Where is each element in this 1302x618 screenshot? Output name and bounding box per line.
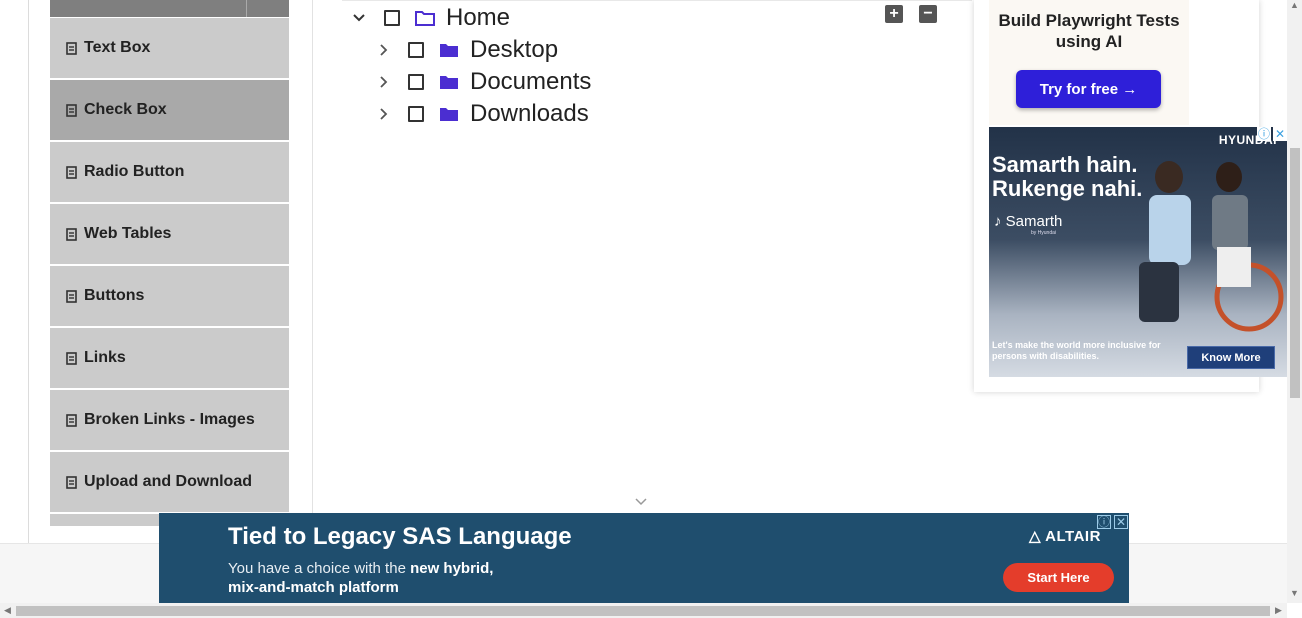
ad-close-icon[interactable]: ✕ [1273,127,1287,141]
chevron-right-icon[interactable] [374,41,392,59]
checkbox-tree: Home Desktop Documents Downloads [344,0,964,140]
sidebar-group-header[interactable] [50,0,289,17]
know-more-button[interactable]: Know More [1187,346,1275,369]
file-icon [66,165,77,179]
sidebar-item-label: Check Box [84,101,167,118]
sidebar-list: Text Box Check Box Radio Button Web Tables B… [50,17,289,527]
playwright-ad[interactable]: Build Playwright Tests using AI Try for … [989,0,1189,125]
scroll-down-arrow-icon[interactable]: ▼ [1290,588,1299,598]
chevron-right-icon[interactable] [374,105,392,123]
sidebar-item-label: Links [84,349,126,366]
samarth-logo-text: Samarth [1005,213,1063,230]
ad-subtitle-text: You have a choice with the [228,560,411,577]
hyundai-ad[interactable]: HYUNDAI Samarth hain. Rukenge nahi. ♪ Sa… [989,127,1287,377]
sidebar-item-label: Radio Button [84,163,185,180]
content-divider [312,0,313,543]
ad-title: Tied to Legacy SAS Language [228,523,572,550]
altair-ad[interactable]: Tied to Legacy SAS Language You have a c… [159,513,1129,603]
ad-subtitle: You have a choice with the new hybrid, m… [228,559,493,597]
horizontal-scroll-thumb[interactable] [16,606,1270,616]
file-icon [66,475,77,489]
sidebar-item-text-box[interactable]: Text Box [50,17,289,79]
folder-open-icon [415,11,435,26]
tree-node-label[interactable]: Documents [470,68,591,96]
divider [246,0,247,17]
sidebar-item-label: Text Box [84,39,151,56]
tree-node-desktop: Desktop [374,34,558,66]
home-checkbox[interactable] [384,10,400,26]
sidebar-item-links[interactable]: Links [50,327,289,389]
chevron-down-icon[interactable] [634,496,648,506]
documents-checkbox[interactable] [408,74,424,90]
folder-icon [440,76,458,89]
tree-node-documents: Documents [374,66,591,98]
folder-icon [440,108,458,121]
file-icon [66,351,77,365]
sidebar-item-label: Buttons [84,287,145,304]
file-icon [66,289,77,303]
tree-node-label[interactable]: Downloads [470,100,589,128]
ad-subtitle-bold: new hybrid, [410,560,494,577]
start-here-button[interactable]: Start Here [1003,563,1114,592]
ad-title: Build Playwright Tests using AI [998,11,1180,51]
downloads-checkbox[interactable] [408,106,424,122]
scroll-right-arrow-icon[interactable]: ▶ [1275,605,1282,616]
file-icon [66,227,77,241]
collapse-all-button[interactable]: − [919,5,937,23]
sidebar-item-upload-and-download[interactable]: Upload and Download [50,451,289,513]
ad-subtitle-bold: mix-and-match platform [228,579,399,596]
sidebar-item-label: Web Tables [84,225,172,242]
expand-all-button[interactable]: + [885,5,903,23]
sidebar-item-label: Broken Links - Images [84,411,255,428]
desktop-checkbox[interactable] [408,42,424,58]
ad-photo [1139,161,1284,332]
sidebar-item-web-tables[interactable]: Web Tables [50,203,289,265]
chevron-right-icon[interactable] [374,73,392,91]
ad-info-icon[interactable]: ⓘ [1257,127,1271,141]
ad-close-icon[interactable]: ✕ [1114,515,1128,529]
tree-node-home: Home [350,2,510,34]
file-icon [66,41,77,55]
try-for-free-button[interactable]: Try for free → [1016,70,1161,108]
scroll-up-arrow-icon[interactable]: ▲ [1290,0,1299,10]
sidebar-item-radio-button[interactable]: Radio Button [50,141,289,203]
sidebar-item-buttons[interactable]: Buttons [50,265,289,327]
altair-logo: △ ALTAIR [1029,528,1101,545]
altair-logo-text: ALTAIR [1045,528,1101,545]
ad-footer-text: Let's make the world more inclusive for … [992,340,1161,361]
samarth-logo: ♪ Samarth [994,213,1063,230]
tree-node-downloads: Downloads [374,98,589,130]
samarth-logo-sub: by Hyundai [1031,230,1057,236]
chevron-down-icon[interactable] [350,9,368,27]
sidebar-item-broken-links-images[interactable]: Broken Links - Images [50,389,289,451]
scroll-left-arrow-icon[interactable]: ◀ [4,605,11,616]
file-icon [66,413,77,427]
ad-info-icon[interactable]: ⓘ [1097,515,1111,529]
file-icon [66,103,77,117]
tree-node-label[interactable]: Home [446,4,510,32]
page-left-rule [28,0,29,543]
folder-icon [440,44,458,57]
sidebar: Text Box Check Box Radio Button Web Tables B… [50,0,289,543]
sidebar-item-label: Upload and Download [84,473,252,490]
tree-node-label[interactable]: Desktop [470,36,558,64]
sidebar-item-check-box[interactable]: Check Box [50,79,289,141]
vertical-scroll-thumb[interactable] [1290,148,1300,398]
